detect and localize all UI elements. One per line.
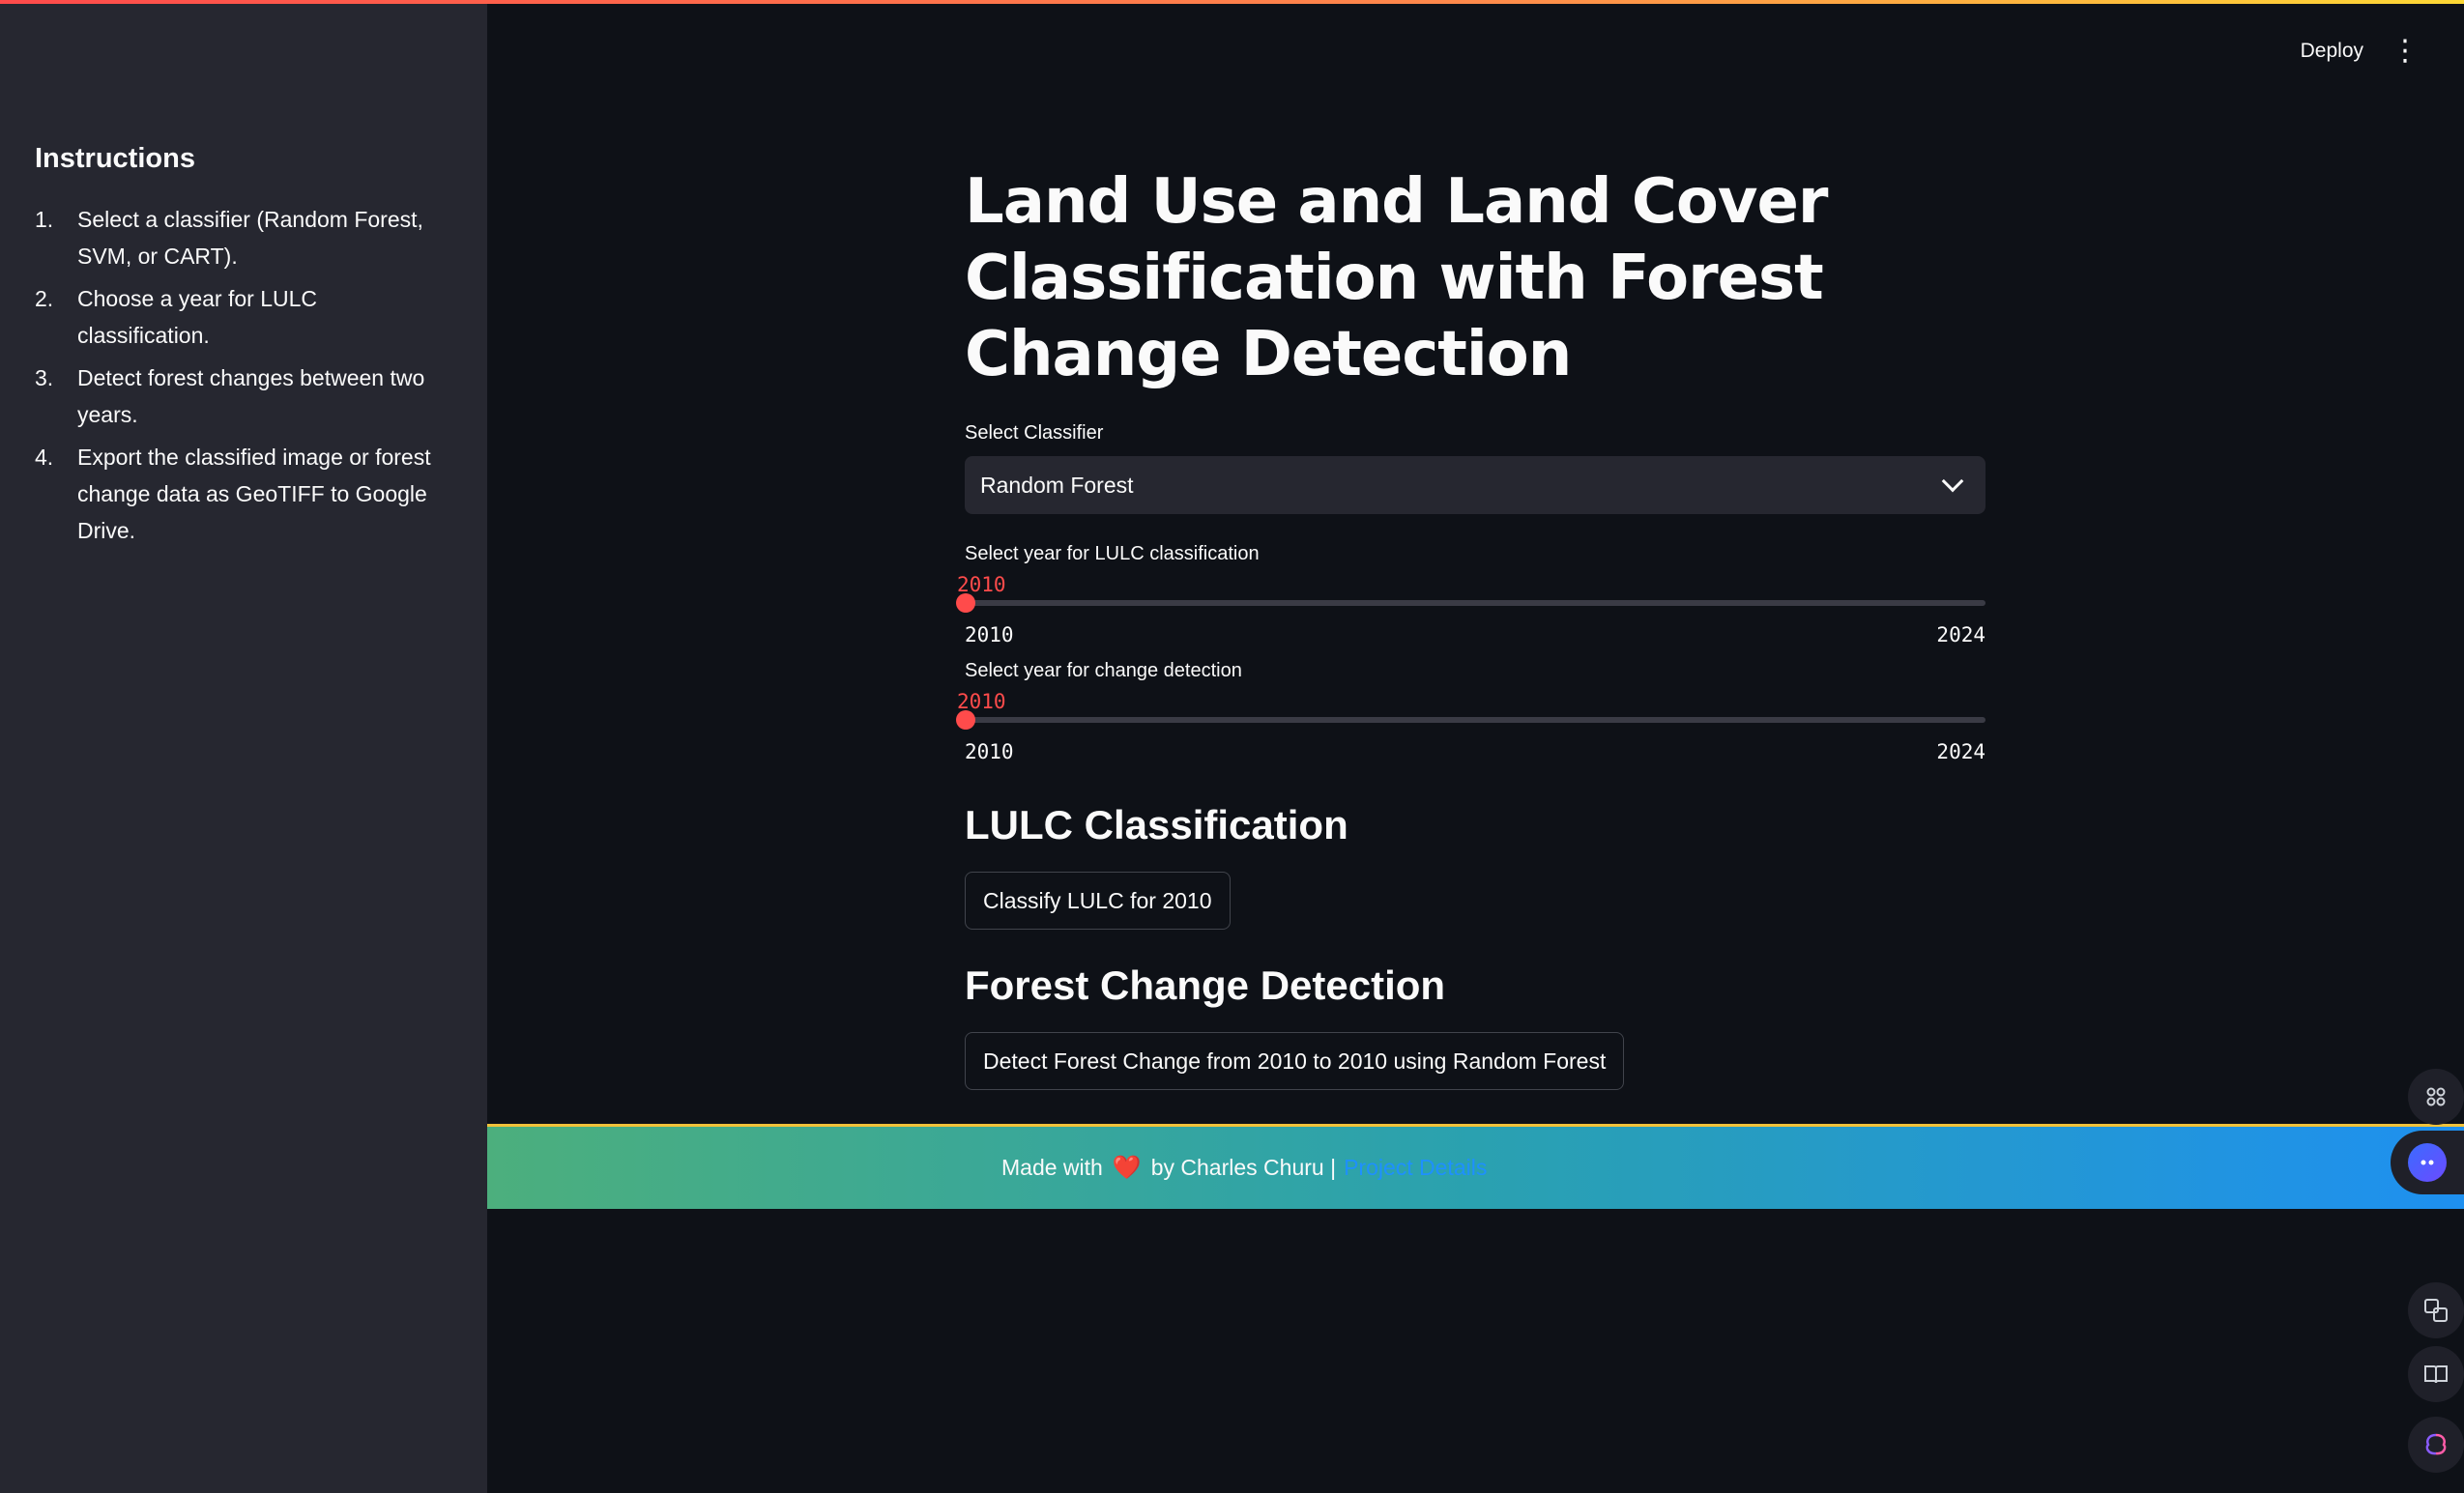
apps-grid-icon[interactable]: [2408, 1069, 2464, 1125]
instruction-text: Choose a year for LULC classification.: [77, 286, 318, 348]
change-slider-max: 2024: [1936, 740, 1986, 763]
content-column: Land Use and Land Cover Classification w…: [956, 164, 1986, 1090]
deploy-button[interactable]: Deploy: [2301, 40, 2363, 63]
instruction-item: 2. Choose a year for LULC classification…: [35, 280, 450, 354]
lulc-slider-min: 2010: [965, 623, 1014, 646]
footer-author: by Charles Churu |: [1150, 1155, 1337, 1180]
instruction-item: 3. Detect forest changes between two yea…: [35, 359, 450, 433]
lulc-slider-thumb[interactable]: [956, 593, 975, 613]
heart-icon: ❤️: [1112, 1155, 1142, 1181]
chat-assistant-button[interactable]: [2391, 1131, 2464, 1194]
change-year-slider: 2010 2010 2024: [956, 657, 1986, 792]
classifier-select[interactable]: Random Forest: [965, 456, 1986, 514]
lulc-year-slider: 2010 2010 2024: [956, 540, 1986, 675]
classify-lulc-button[interactable]: Classify LULC for 2010: [965, 872, 1231, 930]
page-title: Land Use and Land Cover Classification w…: [965, 166, 1828, 390]
lulc-section-heading: LULC Classification: [965, 802, 1348, 847]
translate-icon[interactable]: [2408, 1282, 2464, 1338]
instruction-item: 1. Select a classifier (Random Forest, S…: [35, 201, 450, 274]
change-year-field: Select year for change detection 2010 20…: [956, 657, 1986, 792]
brain-ai-icon[interactable]: [2408, 1417, 2464, 1473]
detect-forest-change-button[interactable]: Detect Forest Change from 2010 to 2010 u…: [965, 1032, 1625, 1090]
reader-book-icon[interactable]: [2408, 1346, 2464, 1402]
project-details-link[interactable]: Project Details: [1344, 1155, 1487, 1181]
more-menu-icon[interactable]: ⋮: [2391, 37, 2420, 66]
instruction-text: Select a classifier (Random Forest, SVM,…: [77, 207, 423, 269]
footer-banner: Made with ❤️ by Charles Churu | Project …: [487, 1124, 2464, 1209]
classifier-selected-value: Random Forest: [980, 472, 1134, 498]
lulc-year-field: Select year for LULC classification 2010…: [956, 540, 1986, 675]
top-decoration-bar: [0, 0, 2464, 4]
sidebar: Instructions 1. Select a classifier (Ran…: [0, 0, 487, 1493]
bot-face-icon: [2408, 1143, 2447, 1182]
footer-made-with: Made with: [1001, 1155, 1103, 1180]
sidebar-heading: Instructions: [35, 143, 195, 174]
instruction-number: 2.: [35, 286, 54, 311]
instruction-text: Detect forest changes between two years.: [77, 365, 425, 427]
main-area: Deploy ⋮ Land Use and Land Cover Classif…: [487, 0, 2464, 1493]
instruction-text: Export the classified image or forest ch…: [77, 445, 431, 543]
instruction-number: 1.: [35, 207, 54, 232]
instruction-number: 4.: [35, 445, 54, 470]
change-slider-track[interactable]: [965, 717, 1986, 723]
change-slider-thumb[interactable]: [956, 710, 975, 730]
instruction-number: 3.: [35, 365, 54, 390]
classifier-label: Select Classifier: [965, 422, 1104, 444]
header-toolbar: Deploy ⋮: [2301, 37, 2420, 66]
classifier-field: Select Classifier Random Forest: [965, 422, 1986, 514]
instruction-item: 4. Export the classified image or forest…: [35, 439, 450, 549]
instructions-list: 1. Select a classifier (Random Forest, S…: [35, 201, 450, 555]
forest-section-heading: Forest Change Detection: [965, 962, 1446, 1008]
lulc-slider-max: 2024: [1936, 623, 1986, 646]
lulc-slider-track[interactable]: [965, 600, 1986, 606]
chevron-down-icon: [1941, 470, 1964, 493]
change-slider-min: 2010: [965, 740, 1014, 763]
